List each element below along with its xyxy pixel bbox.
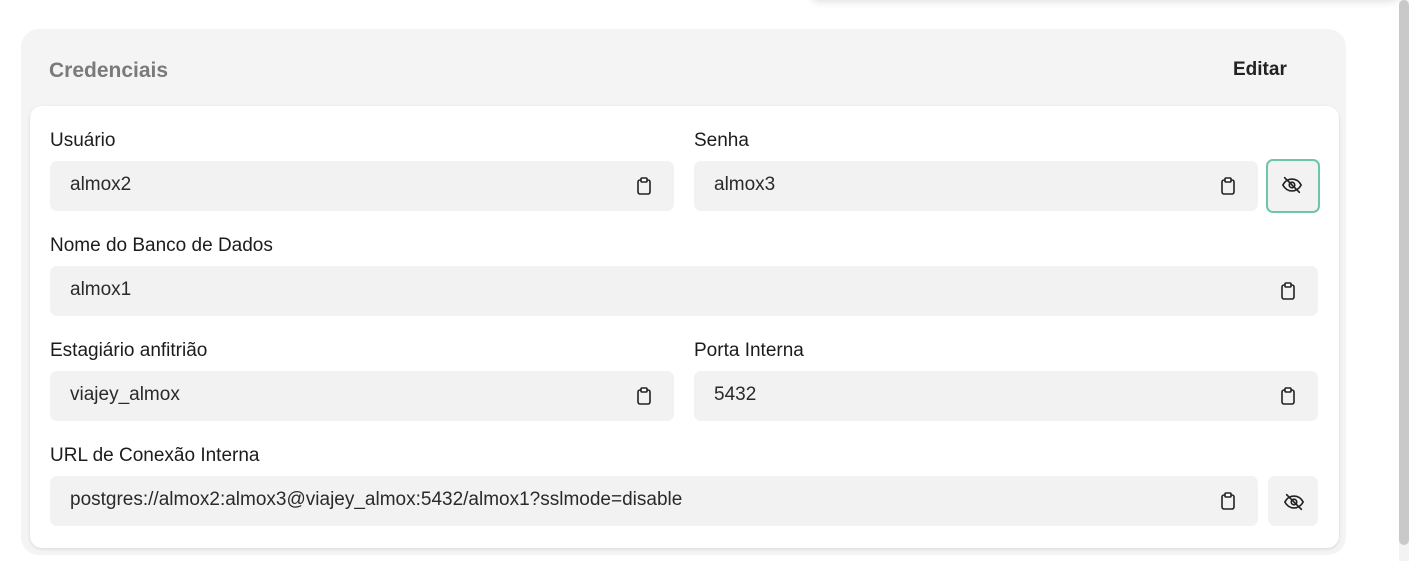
clipboard-icon[interactable] [634, 176, 654, 196]
url-field: postgres://almox2:almox3@viajey_almox:54… [50, 476, 1258, 526]
user-label: Usuário [50, 130, 116, 151]
clipboard-icon[interactable] [1278, 386, 1298, 406]
port-label: Porta Interna [694, 340, 804, 361]
user-value: almox2 [70, 174, 132, 195]
credentials-panel: Usuário almox2 Senha almox3 Nome do Banc… [30, 106, 1339, 548]
database-field: almox1 [50, 266, 1318, 316]
database-value: almox1 [70, 279, 132, 300]
host-field: viajey_almox [50, 371, 674, 421]
clipboard-icon[interactable] [634, 386, 654, 406]
url-value: postgres://almox2:almox3@viajey_almox:54… [70, 489, 683, 510]
user-field: almox2 [50, 161, 674, 211]
toggle-url-visibility-button[interactable] [1268, 476, 1318, 526]
eye-off-icon [1284, 493, 1304, 511]
vertical-scrollbar[interactable] [1399, 0, 1409, 561]
toggle-password-visibility-button[interactable] [1266, 159, 1320, 213]
password-field: almox3 [694, 161, 1258, 211]
card-title: Credenciais [49, 59, 169, 82]
clipboard-icon[interactable] [1218, 491, 1238, 511]
host-label: Estagiário anfitrião [50, 340, 208, 361]
password-label: Senha [694, 130, 749, 151]
url-label: URL de Conexão Interna [50, 445, 260, 466]
database-label: Nome do Banco de Dados [50, 235, 273, 256]
clipboard-icon[interactable] [1278, 281, 1298, 301]
host-value: viajey_almox [70, 384, 180, 405]
eye-off-icon [1282, 176, 1302, 194]
password-value: almox3 [714, 174, 776, 195]
edit-button[interactable]: Editar [1233, 59, 1287, 81]
port-field: 5432 [694, 371, 1318, 421]
credentials-card: Credenciais Editar Usuário almox2 Senha … [21, 29, 1346, 555]
scrollbar-thumb[interactable] [1399, 0, 1409, 545]
port-value: 5432 [714, 384, 757, 405]
clipboard-icon[interactable] [1218, 176, 1238, 196]
